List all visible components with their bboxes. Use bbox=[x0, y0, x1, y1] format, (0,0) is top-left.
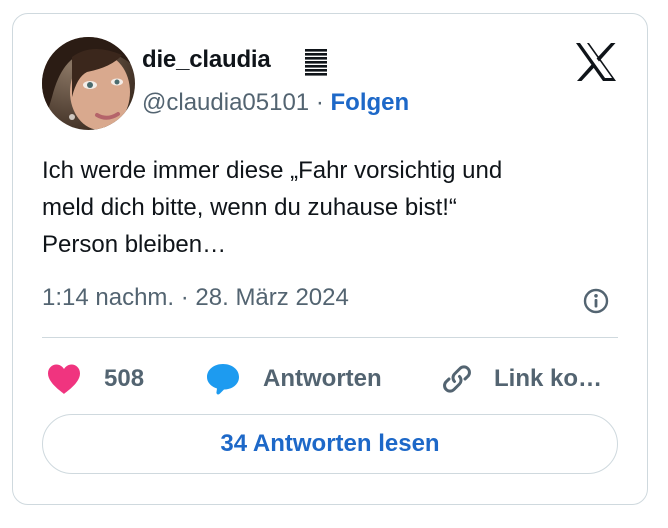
link-icon bbox=[443, 365, 471, 393]
stacked-lines-icon bbox=[302, 47, 332, 77]
like-count: 508 bbox=[104, 365, 145, 392]
copy-link-button[interactable]: Link ko… bbox=[440, 362, 602, 396]
info-icon[interactable] bbox=[582, 287, 610, 315]
copy-link-label: Link ko… bbox=[494, 365, 603, 392]
divider bbox=[42, 337, 618, 338]
avatar[interactable] bbox=[42, 37, 135, 130]
follow-button[interactable]: Folgen bbox=[331, 89, 410, 116]
reply-label: Antworten bbox=[263, 365, 382, 392]
x-logo-icon[interactable] bbox=[574, 42, 618, 82]
reply-button[interactable]: Antworten bbox=[205, 362, 382, 396]
tweet-timestamp[interactable]: 1:14 nachm. · 28. März 2024 bbox=[42, 284, 349, 312]
reply-bubble-icon bbox=[207, 364, 239, 395]
tweet-text: Ich werde immer diese „Fahr vorsichtig u… bbox=[42, 157, 503, 258]
author-handle[interactable]: @claudia05101 bbox=[142, 89, 309, 116]
read-replies-button[interactable]: 34 Antworten lesen bbox=[42, 414, 618, 474]
heart-icon bbox=[48, 364, 80, 394]
author-handle-row: @claudia05101 · Folgen bbox=[142, 89, 409, 117]
like-button[interactable]: 508 bbox=[46, 362, 144, 396]
separator-dot: · bbox=[315, 89, 324, 116]
author-display-name[interactable]: die_claudia bbox=[142, 46, 271, 74]
